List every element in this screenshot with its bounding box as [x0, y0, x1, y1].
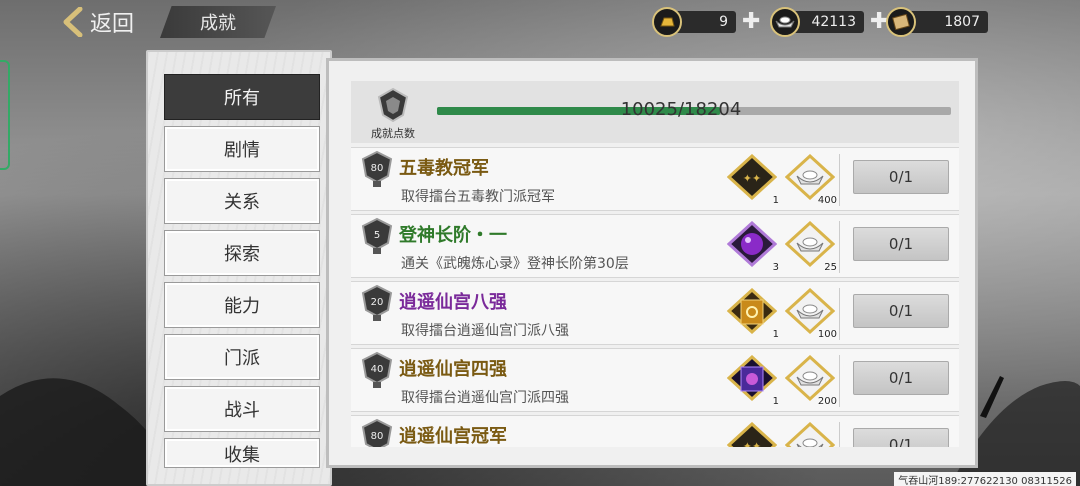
reward-item[interactable]	[784, 421, 839, 447]
tab-relations[interactable]: 关系	[164, 178, 320, 224]
achievement-name: 五毒教冠军	[399, 158, 489, 179]
reward-count: 1	[772, 329, 779, 340]
side-strip	[0, 60, 10, 170]
page-title: 成就	[160, 6, 276, 38]
divider	[839, 422, 840, 447]
reward-item[interactable]: 1	[726, 354, 781, 407]
svg-text:5: 5	[374, 230, 380, 241]
achievement-name: 逍遥仙宫八强	[399, 292, 507, 313]
reward-count: 100	[817, 329, 837, 340]
reward-item[interactable]: 25	[784, 220, 839, 273]
divider	[839, 355, 840, 407]
achievement-row[interactable]: 40 逍遥仙宫四强取得擂台逍遥仙宫门派四强 1 200 0/1	[351, 348, 959, 412]
reward-count: 200	[817, 396, 837, 407]
back-button[interactable]: 返回	[60, 4, 134, 40]
tab-collect[interactable]: 收集	[164, 438, 320, 468]
currency-gold: 9 ✚	[652, 7, 760, 37]
achievement-desc: 通关《武魄炼心录》登神长阶第30层	[401, 256, 629, 272]
reward-item[interactable]: 100	[784, 287, 839, 340]
achievement-progress-button[interactable]: 0/1	[853, 160, 949, 194]
watermark: 气吞山河189:277622130 08311526	[894, 472, 1076, 486]
chevron-left-icon	[63, 7, 83, 37]
scroll-ticket-icon	[886, 7, 916, 37]
title-plaque-icon: ✦✦	[726, 421, 781, 447]
points-label: 成就点数	[371, 127, 415, 140]
reward-item[interactable]: 200	[784, 354, 839, 407]
achievement-name: 逍遥仙宫冠军	[399, 426, 507, 447]
achievement-name: 逍遥仙宫四强	[399, 359, 507, 380]
category-tabs: 所有 剧情 关系 探索 能力 门派 战斗 收集	[146, 50, 332, 486]
currency-ticket: 1807	[886, 7, 988, 37]
achievement-emblem-icon	[377, 87, 409, 123]
reward-item[interactable]: 3	[726, 220, 781, 273]
svg-text:20: 20	[371, 297, 384, 308]
divider	[839, 221, 840, 273]
gold-value: 9	[674, 11, 736, 33]
silver-ingot-icon	[770, 7, 800, 37]
gold-bar-icon	[652, 7, 682, 37]
reward-item[interactable]: ✦✦ 1	[726, 153, 781, 206]
reward-count: 1	[772, 195, 779, 206]
achievement-progress-button[interactable]: 0/1	[853, 428, 949, 447]
currency-silver: 42113 ✚	[770, 7, 888, 37]
achievement-row[interactable]: 80 五毒教冠军取得擂台五毒教门派冠军 ✦✦ 1 400 0/1	[351, 147, 959, 211]
achievement-progress-button[interactable]: 0/1	[853, 294, 949, 328]
achievement-points-row: 成就点数 10025/18204	[351, 81, 959, 143]
achievement-desc: 取得擂台五毒教门派冠军	[401, 189, 555, 205]
reward-count: 25	[824, 262, 837, 273]
achievement-row[interactable]: 80 逍遥仙宫冠军 ✦✦ 0/1	[351, 415, 959, 447]
svg-text:✦✦: ✦✦	[743, 440, 761, 447]
level-badge-icon: 5	[359, 217, 395, 257]
divider	[839, 288, 840, 340]
add-gold-button[interactable]: ✚	[742, 11, 760, 33]
achievement-progress-button[interactable]: 0/1	[853, 361, 949, 395]
back-label: 返回	[90, 12, 135, 37]
level-badge-icon: 40	[359, 351, 395, 391]
reward-item[interactable]: 400	[784, 153, 839, 206]
silver-ingot-icon	[784, 421, 839, 447]
ticket-value: 1807	[908, 11, 988, 33]
tab-ability[interactable]: 能力	[164, 282, 320, 328]
achievement-panel: 成就点数 10025/18204 80 五毒教冠军 取得擂台五毒教门派冠军 ✦✦ 1 40…	[326, 58, 978, 468]
achievement-progress-button[interactable]: 0/1	[853, 227, 949, 261]
achievement-row[interactable]: 20 逍遥仙宫八强取得擂台逍遥仙宫门派八强 1 100 0/1	[351, 281, 959, 345]
level-badge-icon: 80	[359, 150, 395, 190]
achievement-list[interactable]: 成就点数 10025/18204 80 五毒教冠军 取得擂台五毒教门派冠军 ✦✦ 1 40…	[351, 81, 959, 447]
level-badge-icon: 20	[359, 284, 395, 324]
points-badge: 成就点数	[365, 87, 421, 141]
tab-battle[interactable]: 战斗	[164, 386, 320, 432]
tab-sect[interactable]: 门派	[164, 334, 320, 380]
points-progress-text: 10025/18204	[620, 99, 742, 120]
svg-text:80: 80	[371, 163, 384, 174]
achievement-desc: 取得擂台逍遥仙宫门派八强	[401, 323, 569, 339]
tab-story[interactable]: 剧情	[164, 126, 320, 172]
svg-text:80: 80	[371, 431, 384, 442]
achievement-desc: 取得擂台逍遥仙宫门派四强	[401, 390, 569, 406]
achievement-row[interactable]: 5 登神长阶・一通关《武魄炼心录》登神长阶第30层 3 25 0/1	[351, 214, 959, 278]
reward-count: 3	[772, 262, 779, 273]
silver-value: 42113	[792, 11, 864, 33]
reward-count: 400	[817, 195, 837, 206]
achievement-name: 登神长阶・一	[399, 225, 507, 246]
reward-item[interactable]: 1	[726, 287, 781, 340]
tab-explore[interactable]: 探索	[164, 230, 320, 276]
reward-item[interactable]: ✦✦	[726, 421, 781, 447]
svg-text:40: 40	[371, 364, 384, 375]
tab-all[interactable]: 所有	[164, 74, 320, 120]
level-badge-icon: 80	[359, 418, 395, 447]
reward-count: 1	[772, 396, 779, 407]
svg-text:✦✦: ✦✦	[743, 172, 761, 185]
divider	[839, 154, 840, 206]
